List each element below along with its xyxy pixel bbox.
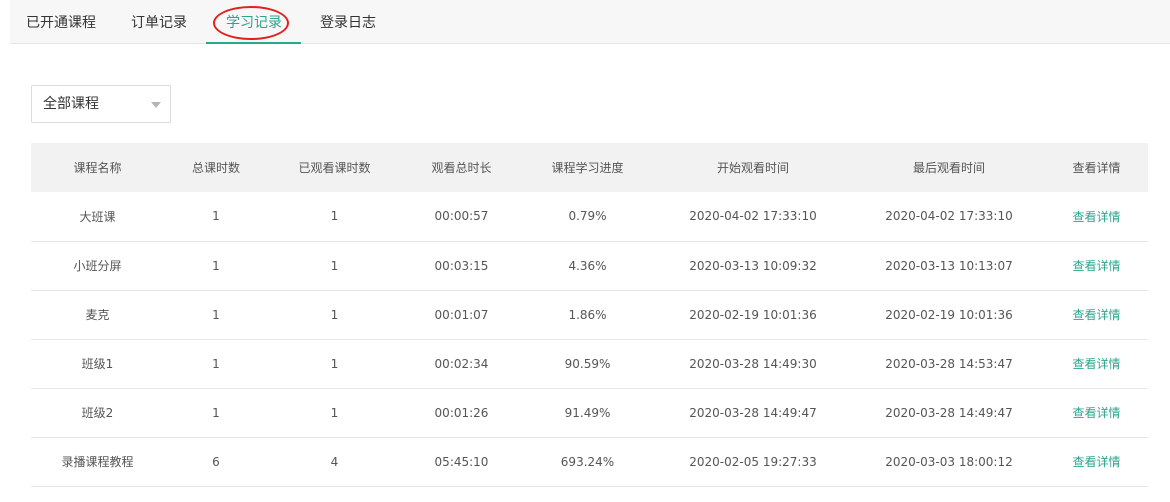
cell-total-duration: 00:00:57 — [434, 209, 489, 224]
column-header-last-time: 最后观看时间 — [912, 161, 985, 175]
table-row: 班级1 1 1 00:02:34 90.59% 2020-03-28 14:49… — [31, 339, 1148, 388]
cell-progress: 91.49% — [564, 405, 611, 420]
cell-last-time: 2020-02-19 10:01:36 — [885, 307, 1013, 322]
cell-course-name: 麦克 — [85, 308, 110, 322]
cell-course-name: 班级1 — [81, 357, 114, 371]
cell-start-time: 2020-03-13 10:09:32 — [689, 258, 817, 273]
column-header-progress: 课程学习进度 — [551, 161, 624, 175]
column-header-total-lessons: 总课时数 — [191, 161, 240, 175]
cell-course-name: 录播课程教程 — [61, 455, 134, 469]
cell-course-name: 班级2 — [81, 406, 114, 420]
cell-watched-lessons: 1 — [330, 209, 339, 224]
cell-progress: 693.24% — [560, 454, 615, 469]
view-details-link[interactable]: 查看详情 — [1045, 437, 1148, 486]
column-header-course-name: 课程名称 — [73, 161, 122, 175]
cell-total-lessons: 1 — [212, 356, 220, 371]
cell-total-lessons: 1 — [212, 258, 220, 273]
cell-watched-lessons: 1 — [330, 258, 339, 273]
cell-watched-lessons: 1 — [330, 356, 339, 371]
cell-total-duration: 05:45:10 — [434, 454, 489, 469]
view-details-link[interactable]: 查看详情 — [1045, 339, 1148, 388]
table-row: 班级2 1 1 00:01:26 91.49% 2020-03-28 14:49… — [31, 388, 1148, 437]
cell-progress: 0.79% — [568, 209, 607, 224]
table-row: 麦克 1 1 00:01:07 1.86% 2020-02-19 10:01:3… — [31, 290, 1148, 339]
cell-last-time: 2020-03-13 10:13:07 — [885, 258, 1013, 273]
table-row: 大班课 1 1 00:00:57 0.79% 2020-04-02 17:33:… — [31, 192, 1148, 241]
cell-start-time: 2020-03-28 14:49:30 — [689, 356, 817, 371]
cell-total-lessons: 1 — [212, 307, 220, 322]
view-details-link[interactable]: 查看详情 — [1045, 388, 1148, 437]
cell-start-time: 2020-04-02 17:33:10 — [689, 209, 817, 224]
cell-watched-lessons: 1 — [330, 307, 339, 322]
view-details-link[interactable]: 查看详情 — [1045, 241, 1148, 290]
column-header-watched-lessons: 已观看课时数 — [298, 161, 371, 175]
table-header-row: 课程名称 总课时数 已观看课时数 观看总时长 课程学习进度 开始观看时间 最后观… — [31, 143, 1148, 192]
active-tab-indicator — [206, 42, 301, 44]
view-details-link[interactable]: 查看详情 — [1045, 290, 1148, 339]
tab-bar: 已开通课程 订单记录 学习记录 登录日志 — [10, 0, 1170, 44]
cell-total-duration: 00:01:26 — [434, 405, 489, 420]
course-filter-value: 全部课程 — [43, 96, 99, 112]
tab-login-log[interactable]: 登录日志 — [318, 0, 378, 44]
cell-start-time: 2020-03-28 14:49:47 — [689, 405, 817, 420]
column-header-total-duration: 观看总时长 — [431, 161, 492, 175]
cell-start-time: 2020-02-19 10:01:36 — [689, 307, 817, 322]
cell-progress: 1.86% — [568, 307, 607, 322]
cell-total-lessons: 6 — [212, 454, 220, 469]
tab-opened-courses[interactable]: 已开通课程 — [26, 0, 96, 44]
cell-progress: 4.36% — [568, 258, 607, 273]
cell-last-time: 2020-03-28 14:53:47 — [885, 356, 1013, 371]
cell-last-time: 2020-04-02 17:33:10 — [885, 209, 1013, 224]
cell-watched-lessons: 4 — [330, 454, 339, 469]
cell-total-lessons: 1 — [212, 405, 220, 420]
view-details-link[interactable]: 查看详情 — [1045, 192, 1148, 241]
cell-last-time: 2020-03-28 14:49:47 — [885, 405, 1013, 420]
cell-total-duration: 00:03:15 — [434, 258, 489, 273]
caret-down-icon — [151, 102, 161, 108]
cell-total-duration: 00:02:34 — [434, 356, 489, 371]
course-filter-select[interactable]: 全部课程 — [31, 85, 171, 123]
tab-order-records[interactable]: 订单记录 — [129, 0, 189, 44]
cell-last-time: 2020-03-03 18:00:12 — [885, 454, 1013, 469]
table-row: 录播课程教程 6 4 05:45:10 693.24% 2020-02-05 1… — [31, 437, 1148, 486]
column-header-details: 查看详情 — [1072, 161, 1121, 175]
cell-start-time: 2020-02-05 19:27:33 — [689, 454, 817, 469]
tab-study-records[interactable]: 学习记录 — [221, 0, 287, 44]
study-records-table: 课程名称 总课时数 已观看课时数 观看总时长 课程学习进度 开始观看时间 最后观… — [31, 143, 1148, 487]
cell-total-lessons: 1 — [212, 209, 220, 224]
cell-total-duration: 00:01:07 — [434, 307, 489, 322]
table-row: 小班分屏 1 1 00:03:15 4.36% 2020-03-13 10:09… — [31, 241, 1148, 290]
cell-watched-lessons: 1 — [330, 405, 339, 420]
cell-course-name: 小班分屏 — [73, 259, 122, 273]
cell-progress: 90.59% — [564, 356, 611, 371]
column-header-start-time: 开始观看时间 — [716, 161, 789, 175]
cell-course-name: 大班课 — [79, 209, 116, 224]
